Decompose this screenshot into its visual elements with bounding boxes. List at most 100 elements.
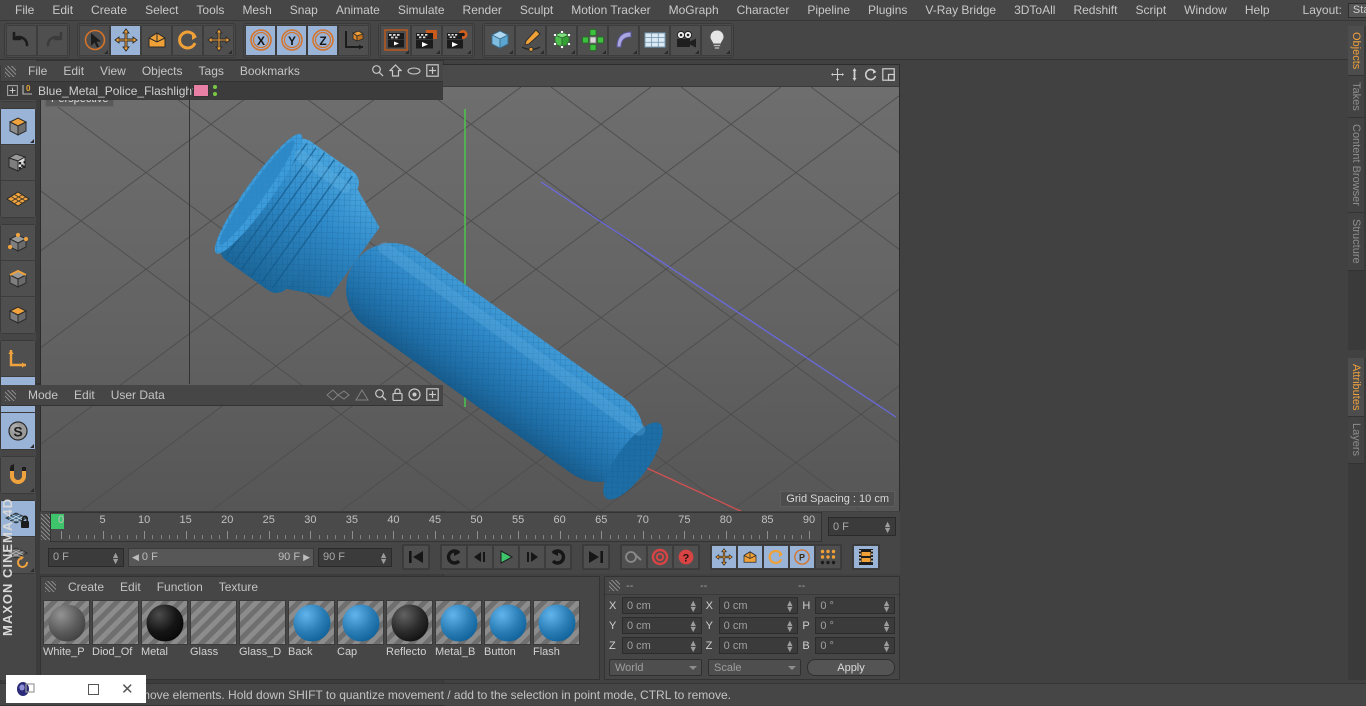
material-item[interactable]: Flash [533, 600, 580, 659]
maximize-icon[interactable] [882, 68, 895, 81]
plus-box-icon[interactable] [426, 64, 439, 77]
tab-takes[interactable]: Takes [1348, 76, 1364, 119]
coordinate-rotation-field[interactable]: 0 ° ▲ ▼ [815, 617, 896, 634]
stepper-icon[interactable]: ▲ ▼ [882, 599, 891, 614]
menu-item-window[interactable]: Window [1175, 0, 1236, 21]
eye-icon[interactable] [407, 66, 421, 76]
material-item[interactable]: Back [288, 600, 335, 659]
coordinate-rotation-field[interactable]: 0 ° ▲ ▼ [815, 597, 896, 614]
apply-button[interactable]: Apply [807, 659, 895, 676]
stepper-icon[interactable]: ▲ ▼ [882, 619, 891, 634]
coord-grip-icon[interactable] [609, 580, 620, 591]
menu-item-character[interactable]: Character [728, 0, 799, 21]
menu-item-edit[interactable]: Edit [43, 0, 82, 21]
menu-item-snap[interactable]: Snap [281, 0, 327, 21]
preview-range-bar[interactable]: ◀ 0 F 90 F ▶ [128, 547, 314, 567]
target-icon[interactable] [408, 388, 421, 401]
coordinate-position-field[interactable]: 0 cm ▲ ▼ [622, 597, 702, 614]
rotation-key-button[interactable] [763, 545, 789, 569]
wave-icon[interactable] [326, 388, 350, 401]
menu-item-mograph[interactable]: MoGraph [660, 0, 728, 21]
attribute-menu-user-data[interactable]: User Data [103, 385, 173, 406]
rotate-tool[interactable] [172, 24, 203, 56]
material-item[interactable]: Glass [190, 600, 237, 659]
maximize-button[interactable] [88, 683, 99, 695]
menu-item-simulate[interactable]: Simulate [389, 0, 454, 21]
material-swatch[interactable] [141, 600, 188, 645]
material-menu-edit[interactable]: Edit [112, 580, 149, 594]
object-menu-objects[interactable]: Objects [134, 61, 191, 82]
material-swatch[interactable] [92, 600, 139, 645]
search-icon[interactable] [374, 388, 387, 401]
menu-item-plugins[interactable]: Plugins [859, 0, 916, 21]
material-swatch[interactable] [484, 600, 531, 645]
stepper-icon[interactable]: ▲ ▼ [689, 619, 698, 634]
material-item[interactable]: Glass_D [239, 600, 286, 659]
menu-item-redshift[interactable]: Redshift [1064, 0, 1126, 21]
material-menu-function[interactable]: Function [149, 580, 211, 594]
rotate-icon[interactable] [865, 68, 878, 81]
layout-dropdown[interactable]: Startup [1347, 2, 1366, 18]
coordinate-size-field[interactable]: 0 cm ▲ ▼ [718, 637, 799, 654]
coordinate-size-field[interactable]: 0 cm ▲ ▼ [718, 617, 799, 634]
stepper-icon[interactable]: ▲ ▼ [689, 599, 698, 614]
previous-key-button[interactable] [441, 545, 467, 569]
material-swatch[interactable] [533, 600, 580, 645]
world-object-axis-button[interactable] [338, 24, 369, 56]
tab-layers[interactable]: Layers [1348, 417, 1364, 464]
z-axis-lock-button[interactable]: Z [307, 24, 338, 56]
material-swatch[interactable] [386, 600, 433, 645]
coordinate-position-field[interactable]: 0 cm ▲ ▼ [622, 637, 702, 654]
tab-objects[interactable]: Objects [1348, 26, 1364, 77]
add-environment-button[interactable] [639, 24, 670, 56]
layer-dots-icon[interactable] [213, 85, 217, 96]
material-item[interactable]: Diod_Of [92, 600, 139, 659]
undo-button[interactable] [6, 24, 37, 56]
material-menu-texture[interactable]: Texture [211, 580, 266, 594]
timeline-grip-icon[interactable] [41, 514, 50, 540]
go-to-start-button[interactable] [403, 545, 429, 569]
render-settings-button[interactable] [442, 24, 473, 56]
live-selection-tool[interactable] [79, 24, 110, 56]
soft-selection-button[interactable]: S [1, 413, 35, 449]
current-frame-field[interactable]: 0 F ▲ ▼ [828, 517, 896, 536]
position-key-button[interactable] [711, 545, 737, 569]
record-active-objects-button[interactable] [647, 545, 673, 569]
object-menu-tags[interactable]: Tags [191, 61, 232, 82]
go-to-end-button[interactable] [583, 545, 609, 569]
menu-item-create[interactable]: Create [82, 0, 136, 21]
stepper-icon[interactable]: ▲ ▼ [883, 520, 892, 535]
material-item[interactable]: Button [484, 600, 531, 659]
scale-key-button[interactable] [737, 545, 763, 569]
material-menu-create[interactable]: Create [60, 580, 112, 594]
attribute-menu-edit[interactable]: Edit [66, 385, 103, 406]
material-swatch[interactable] [239, 600, 286, 645]
attribute-menu-mode[interactable]: Mode [20, 385, 66, 406]
table-row[interactable]: 0 Blue_Metal_Police_Flashlight [1, 82, 443, 100]
expand-toggle-icon[interactable] [7, 85, 18, 96]
object-menu-bookmarks[interactable]: Bookmarks [232, 61, 308, 82]
end-frame-field[interactable]: 90 F ▲ ▼ [318, 547, 392, 567]
start-frame-field[interactable]: 0 F ▲ ▼ [48, 547, 124, 567]
material-swatch[interactable] [190, 600, 237, 645]
material-swatch[interactable] [435, 600, 482, 645]
add-nurbs-button[interactable] [546, 24, 577, 56]
menu-item-v-ray-bridge[interactable]: V-Ray Bridge [916, 0, 1005, 21]
timeline-toggle-button[interactable] [853, 545, 879, 569]
material-item[interactable]: Reflecto [386, 600, 433, 659]
parameter-key-button[interactable]: P [789, 545, 815, 569]
stepper-icon[interactable]: ▲ ▼ [785, 639, 794, 654]
close-button[interactable]: ✕ [121, 682, 134, 697]
material-grip-icon[interactable] [45, 581, 56, 592]
stepper-icon[interactable]: ▲ ▼ [689, 639, 698, 654]
menu-item-tools[interactable]: Tools [187, 0, 233, 21]
coordinate-system-dropdown[interactable]: World [609, 659, 702, 676]
keyframe-selection-button[interactable]: ? [673, 545, 699, 569]
menu-item-select[interactable]: Select [136, 0, 187, 21]
object-grip-icon[interactable] [5, 65, 16, 77]
add-cube-button[interactable] [484, 24, 515, 56]
material-swatch[interactable] [288, 600, 335, 645]
material-swatch[interactable] [43, 600, 90, 645]
size-mode-dropdown[interactable]: Scale [708, 659, 801, 676]
add-light-button[interactable] [701, 24, 732, 56]
